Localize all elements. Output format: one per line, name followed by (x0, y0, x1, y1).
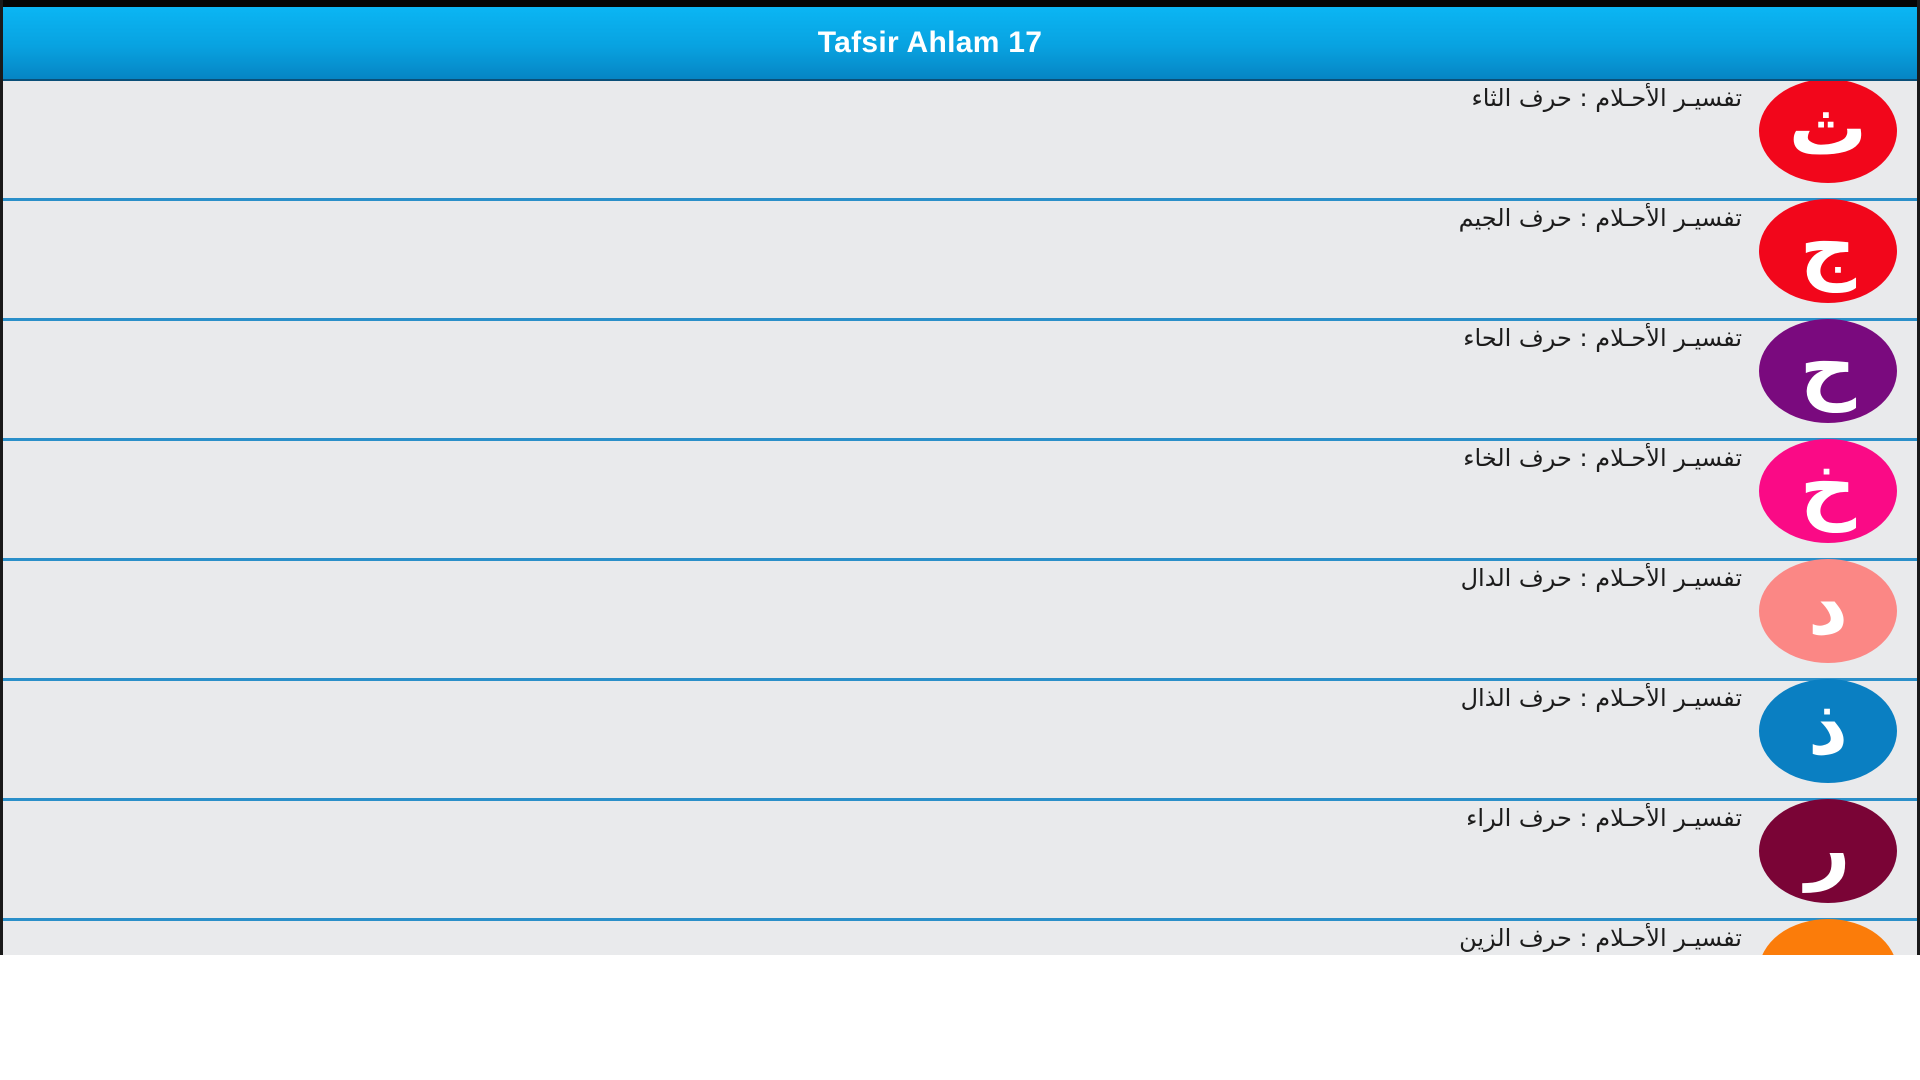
list-item[interactable]: تفسيـر الأحـلام : حرف الدال د (3, 559, 1917, 681)
badge-letter: ج (1799, 203, 1857, 293)
list-item[interactable]: تفسيـر الأحـلام : حرف الحاء ح (3, 319, 1917, 441)
action-bar: Tafsir Ahlam 17 (3, 7, 1917, 81)
list-item[interactable]: تفسيـر الأحـلام : حرف الجيم ج (3, 199, 1917, 321)
list-item-label: تفسيـر الأحـلام : حرف الثاء (1471, 84, 1742, 112)
badge-letter: ز (1806, 929, 1851, 955)
letter-badge-icon: ز (1759, 919, 1897, 955)
list-item[interactable]: تفسيـر الأحـلام : حرف الخاء خ (3, 439, 1917, 561)
badge-letter: ث (1788, 83, 1868, 173)
letter-badge-icon: د (1759, 559, 1897, 663)
list-item[interactable]: تفسيـر الأحـلام : حرف الراء ر (3, 799, 1917, 921)
list-item-label: تفسيـر الأحـلام : حرف الجيم (1458, 204, 1742, 232)
badge-letter: خ (1799, 443, 1857, 533)
status-bar-strip (3, 0, 1917, 7)
list-item[interactable]: تفسيـر الأحـلام : حرف الزين ز (3, 919, 1917, 955)
list-item-label: تفسيـر الأحـلام : حرف الحاء (1463, 324, 1742, 352)
letter-badge-icon: ذ (1759, 679, 1897, 783)
list-item-label: تفسيـر الأحـلام : حرف الزين (1459, 924, 1742, 952)
page-title: Tafsir Ahlam 17 (817, 26, 1043, 59)
list-item[interactable]: تفسيـر الأحـلام : حرف الذال ذ (3, 679, 1917, 801)
badge-letter: ذ (1807, 683, 1849, 773)
list-item[interactable]: تفسيـر الأحـلام : حرف الثاء ث (3, 81, 1917, 201)
app-window: Tafsir Ahlam 17 تفسيـر الأحـلام : حرف ال… (0, 0, 1920, 955)
list-item-label: تفسيـر الأحـلام : حرف الخاء (1463, 444, 1742, 472)
list-item-label: تفسيـر الأحـلام : حرف الذال (1460, 684, 1742, 712)
letter-badge-icon: ج (1759, 199, 1897, 303)
badge-letter: د (1807, 563, 1849, 653)
letter-badge-icon: ث (1759, 81, 1897, 183)
letter-badge-icon: ح (1759, 319, 1897, 423)
list-item-label: تفسيـر الأحـلام : حرف الراء (1466, 804, 1742, 832)
empty-bottom-area (0, 955, 1920, 1080)
letter-badge-icon: خ (1759, 439, 1897, 543)
list-item-label: تفسيـر الأحـلام : حرف الدال (1460, 564, 1742, 592)
letters-list[interactable]: تفسيـر الأحـلام : حرف الثاء ث تفسيـر الأحـ… (3, 81, 1917, 955)
letter-badge-icon: ر (1759, 799, 1897, 903)
badge-letter: ر (1805, 803, 1851, 893)
badge-letter: ح (1799, 323, 1857, 413)
